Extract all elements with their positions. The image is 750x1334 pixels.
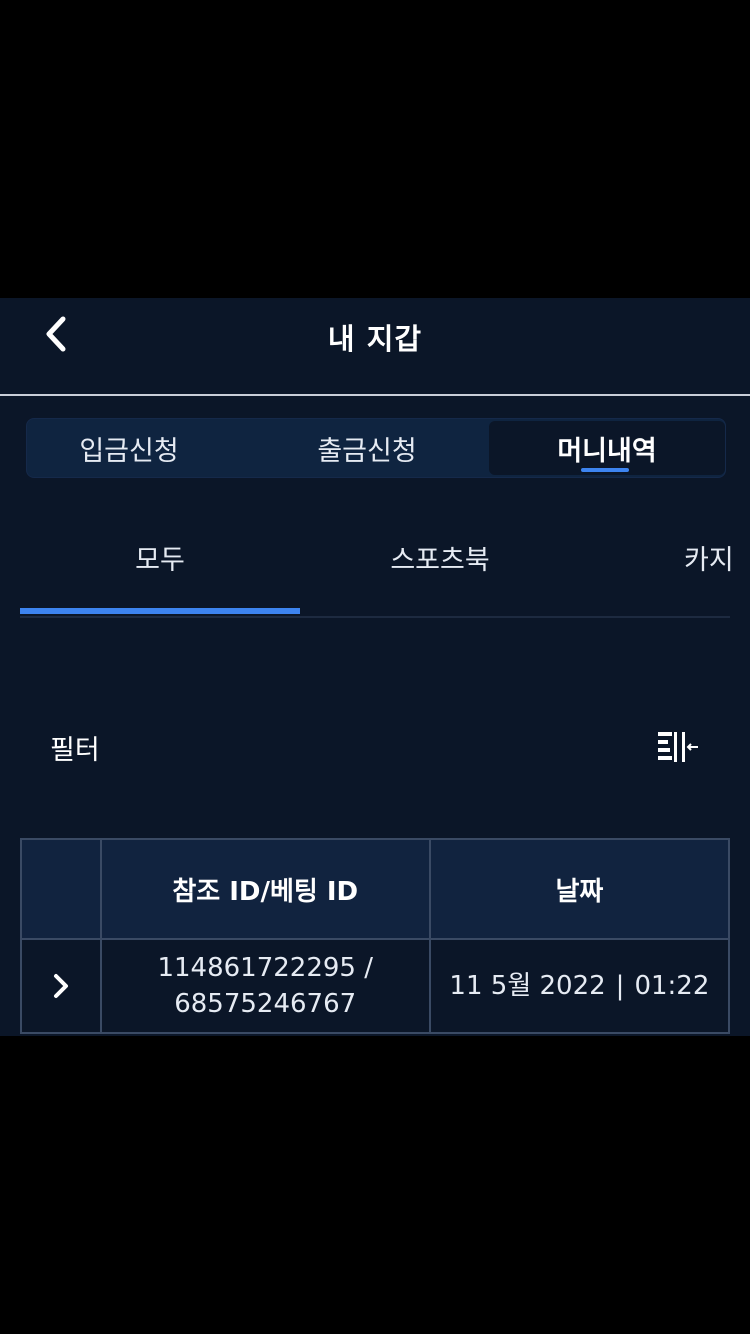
row-time: 01:22 [634,971,710,1001]
wallet-screen: 내 지갑 입금신청 출금신청 머니내역 모두 스포츠북 카지 필터 참조 ID/… [0,298,750,1036]
row-ref-id: 114861722295 / [157,953,373,983]
active-tab-indicator [581,468,629,472]
wallet-tabs: 입금신청 출금신청 머니내역 [26,418,726,478]
row-date-cell: 11 5월 2022 | 01:22 [428,938,731,1034]
subtab-all[interactable]: 모두 [20,522,300,592]
category-tabs: 모두 스포츠북 카지 [20,522,750,618]
table-row[interactable]: 114861722295 / 68575246767 11 5월 2022 | 01… [20,938,731,1034]
page-title: 내 지갑 [327,322,423,356]
tab-money-history-label: 머니내역 [557,435,657,467]
chevron-right-icon [53,974,68,998]
filter-label[interactable]: 필터 [50,728,100,767]
transaction-table: 참조 ID/베팅 ID 날짜 114861722295 / 6857524676… [20,838,731,1034]
tab-withdraw-request[interactable]: 출금신청 [267,421,467,475]
subtab-divider [20,616,730,618]
row-date-separator: | [615,971,625,1001]
header-expand [20,838,102,940]
header-ref-id: 참조 ID/베팅 ID [99,838,431,940]
header-date: 날짜 [428,838,731,940]
row-bet-id: 68575246767 [174,989,357,1019]
tab-deposit-request[interactable]: 입금신청 [29,421,229,475]
filter-collapse-icon[interactable] [656,730,700,766]
tab-money-history[interactable]: 머니내역 [489,421,725,475]
app-header: 내 지갑 [0,298,750,396]
subtab-sportsbook[interactable]: 스포츠북 [300,522,580,592]
row-date: 11 5월 2022 [449,971,606,1001]
active-subtab-indicator [20,608,300,614]
row-expand-button[interactable] [20,938,102,1034]
table-header-row: 참조 ID/베팅 ID 날짜 [20,838,731,940]
row-ref-id-cell: 114861722295 / 68575246767 [99,938,431,1034]
subtab-casino[interactable]: 카지 [580,522,750,592]
